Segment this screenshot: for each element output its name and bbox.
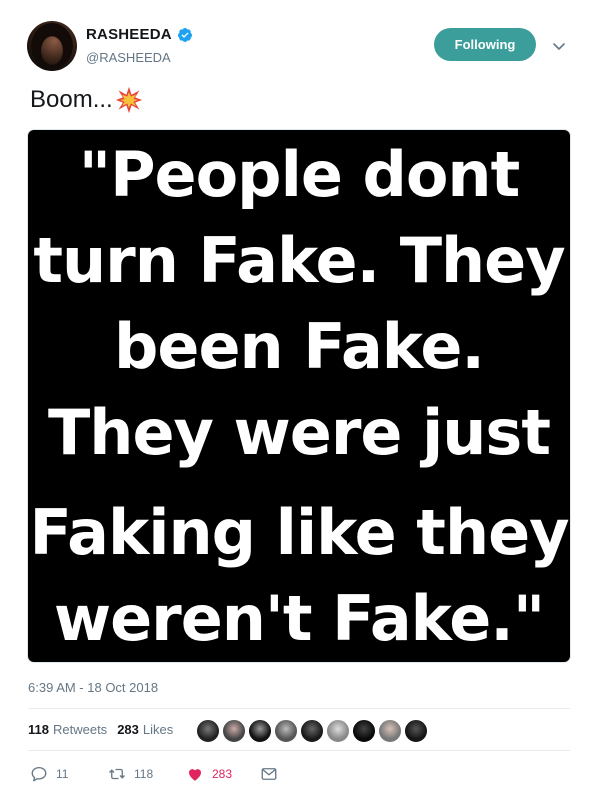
like-action[interactable]: 283 (186, 765, 232, 783)
tweet-header: RASHEEDA @RASHEEDA Following (0, 0, 600, 80)
liker-avatar[interactable] (404, 719, 428, 743)
retweet-count: 118 (134, 767, 154, 781)
author-display-name[interactable]: RASHEEDA (86, 26, 172, 43)
reply-icon (31, 766, 47, 782)
tweet-timestamp[interactable]: 6:39 AM - 18 Oct 2018 (28, 680, 158, 695)
like-count: 283 (212, 767, 233, 781)
retweets-stat[interactable]: 118 Retweets (28, 722, 107, 737)
image-text-line: been Fake. (114, 310, 485, 383)
liker-avatar[interactable] (222, 719, 246, 743)
tweet-text: Boom... (30, 86, 143, 114)
following-button[interactable]: Following (434, 28, 536, 61)
reply-action[interactable]: 11 (30, 765, 68, 783)
liker-avatar[interactable] (196, 719, 220, 743)
liker-avatar[interactable] (300, 719, 324, 743)
liker-avatar[interactable] (378, 719, 402, 743)
tweet-image[interactable]: "People dont turn Fake. They been Fake. … (28, 130, 570, 662)
likers-avatars (196, 719, 428, 743)
collision-emoji-icon (115, 86, 142, 114)
tweet-text-content: Boom... (30, 86, 113, 113)
retweets-label: Retweets (52, 722, 108, 737)
tweet-actions: 11 118 283 (28, 765, 328, 789)
envelope-icon (261, 768, 277, 780)
liker-avatar[interactable] (274, 719, 298, 743)
author-name-row[interactable]: RASHEEDA (86, 26, 193, 43)
liker-avatar[interactable] (326, 719, 350, 743)
chevron-down-icon[interactable] (551, 38, 567, 54)
likes-count: 283 (117, 722, 139, 737)
image-text-line: They were just (48, 396, 551, 469)
verified-badge-icon (177, 27, 192, 42)
image-text-line: weren't Fake." (53, 582, 545, 655)
tweet-stats: 118 Retweets 283 Likes (28, 722, 173, 737)
divider (28, 708, 570, 709)
image-text-line: turn Fake. They (33, 224, 565, 297)
liker-avatar[interactable] (248, 719, 272, 743)
retweets-count: 118 (28, 722, 49, 737)
retweet-icon (109, 768, 125, 780)
image-text-line: Faking like they (29, 496, 569, 569)
likes-label: Likes (142, 722, 174, 737)
direct-message-action[interactable] (260, 765, 278, 783)
liker-avatar[interactable] (352, 719, 376, 743)
avatar[interactable] (27, 21, 77, 71)
image-text-line: "People dont (78, 138, 520, 211)
divider (28, 750, 570, 751)
reply-count: 11 (56, 767, 69, 781)
likes-stat[interactable]: 283 Likes (117, 722, 173, 737)
heart-icon (189, 769, 201, 781)
author-handle[interactable]: @RASHEEDA (86, 50, 171, 65)
retweet-action[interactable]: 118 (108, 765, 153, 783)
